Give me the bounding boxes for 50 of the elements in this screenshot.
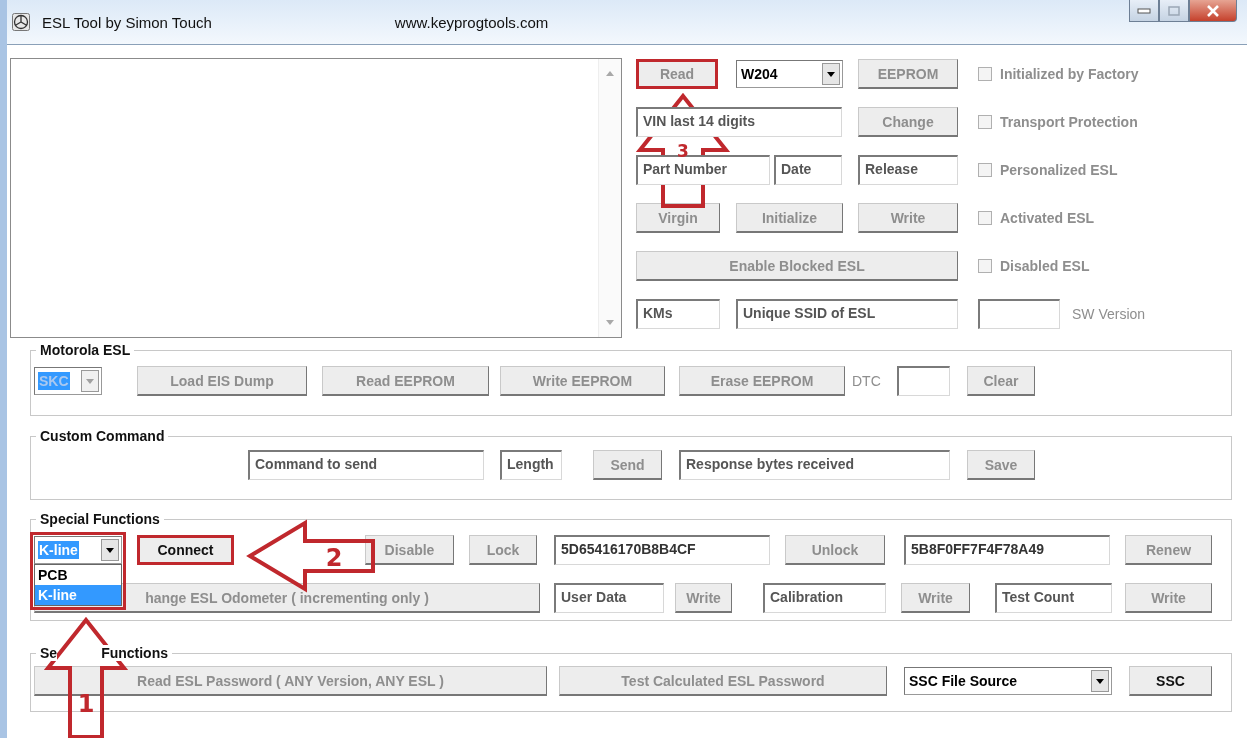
group-title: Functions	[101, 645, 168, 661]
text-field[interactable]: Calibration	[763, 583, 886, 613]
text-field[interactable]: Release	[858, 155, 958, 185]
scroll-up-icon[interactable]	[606, 71, 614, 76]
website-address: www.keyprogtools.com	[394, 13, 549, 31]
dropdown[interactable]: K-line	[34, 536, 122, 564]
field-label: DTC	[852, 373, 882, 389]
step-number: 2	[325, 544, 343, 572]
close-button[interactable]	[1189, 0, 1237, 22]
checkbox-label: Transport Protection	[1000, 114, 1138, 130]
scroll-down-icon[interactable]	[606, 320, 614, 325]
logo-icon	[12, 13, 30, 31]
text-field[interactable]: Test Count	[995, 583, 1112, 613]
maximize-icon[interactable]	[1168, 5, 1180, 16]
group-title: Motorola ESL	[40, 342, 131, 358]
minimize-icon[interactable]	[1137, 7, 1151, 14]
dropdown-option[interactable]: PCB	[35, 565, 121, 585]
window-title: ESL Tool by Simon Touch	[42, 13, 212, 31]
text-field[interactable]: User Data	[554, 583, 664, 613]
dropdown-option[interactable]: K-line	[35, 585, 121, 605]
checkbox-label: Initialized by Factory	[1000, 66, 1139, 82]
text-field[interactable]: Response bytes received	[679, 450, 950, 480]
caret-icon[interactable]	[101, 539, 119, 561]
dropdown[interactable]: SSC File Source	[904, 667, 1112, 695]
caret-icon[interactable]	[822, 63, 840, 85]
checkbox-label: Disabled ESL	[1000, 258, 1090, 274]
text-field[interactable]: Command to send	[248, 450, 484, 480]
group-title: Custom Command	[40, 428, 165, 444]
maximize-button[interactable]	[1159, 0, 1189, 22]
checkbox-label: Activated ESL	[1000, 210, 1095, 226]
scrollbar[interactable]	[598, 59, 621, 337]
dropdown[interactable]: W204	[736, 60, 843, 88]
close-icon[interactable]	[1206, 4, 1220, 17]
text-field[interactable]: 5B8F0FF7F4F78A49	[904, 535, 1110, 565]
text-field[interactable]	[978, 299, 1060, 329]
text-field[interactable]: VIN last 14 digits	[636, 107, 842, 137]
checkbox-label: Personalized ESL	[1000, 162, 1118, 178]
caret-icon[interactable]	[1091, 670, 1109, 692]
minimize-button[interactable]	[1129, 0, 1159, 22]
action-button[interactable]: SSC	[1129, 666, 1212, 696]
group-title: Special Functions	[40, 511, 160, 527]
text-field[interactable]: 5D65416170B8B4CF	[554, 535, 770, 565]
text-field[interactable]: KMs	[636, 299, 720, 329]
text-field[interactable]: Length	[500, 450, 562, 480]
field-label: SW Version	[1072, 306, 1147, 322]
group-title: Se	[40, 645, 58, 661]
text-field[interactable]: Date	[774, 155, 842, 185]
text-field[interactable]: Unique SSID of ESL	[736, 299, 958, 329]
action-button[interactable]: Connect	[137, 535, 234, 565]
text-field[interactable]	[897, 366, 950, 396]
